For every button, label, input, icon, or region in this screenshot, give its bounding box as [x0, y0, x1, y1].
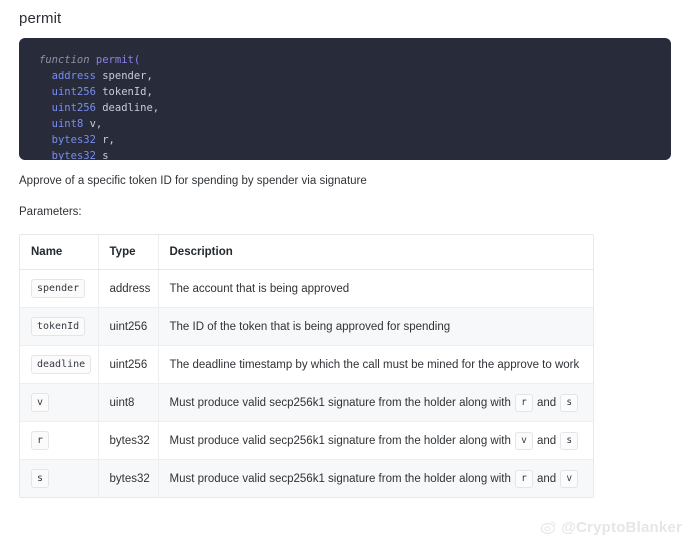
parameters-label: Parameters:	[15, 189, 675, 220]
code-token-type: uint256	[52, 102, 103, 114]
code-token-variable: r,	[102, 134, 115, 146]
table-row: v uint8 Must produce valid secp256k1 signa…	[20, 384, 593, 422]
code-token-variable: spender,	[102, 70, 153, 82]
code-line: bytes32 r,	[39, 132, 651, 148]
description-text: and	[534, 397, 560, 409]
table-row: deadline uint256 The deadline timestamp by…	[20, 346, 593, 384]
parameter-name-chip: v	[31, 393, 49, 412]
description-text: Must produce valid secp256k1 signature f…	[170, 473, 515, 485]
parameter-name-cell: s	[20, 460, 98, 498]
watermark: @CryptoBlanker	[540, 519, 682, 536]
code-token-variable: tokenId,	[102, 86, 153, 98]
table-row: s bytes32 Must produce valid secp256k1 sig…	[20, 460, 593, 498]
parameters-table-wrapper: Name Type Description spender address The …	[19, 234, 594, 498]
parameter-name-cell: spender	[20, 270, 98, 308]
inline-code-chip: v	[560, 470, 578, 488]
code-line: uint8 v,	[39, 116, 651, 132]
documentation-page: permit function permit( address spender,…	[0, 0, 690, 538]
inline-code-chip: r	[515, 470, 533, 488]
description-text: The account that is being approved	[170, 283, 350, 295]
code-token-variable: s	[102, 150, 108, 160]
description-text: The deadline timestamp by which the call…	[170, 359, 580, 371]
table-row: spender address The account that is being …	[20, 270, 593, 308]
parameter-description-cell: Must produce valid secp256k1 signature f…	[158, 384, 593, 422]
parameter-type-cell: bytes32	[98, 460, 158, 498]
parameter-name-chip: tokenId	[31, 317, 85, 336]
description-text: Must produce valid secp256k1 signature f…	[170, 435, 515, 447]
column-header-name: Name	[20, 235, 98, 270]
parameter-type-cell: uint256	[98, 308, 158, 346]
parameter-name-chip: deadline	[31, 355, 91, 374]
code-token-type: uint256	[52, 86, 103, 98]
weibo-logo-icon	[540, 519, 557, 536]
parameter-description-cell: Must produce valid secp256k1 signature f…	[158, 460, 593, 498]
parameters-table: Name Type Description spender address The …	[20, 235, 593, 497]
code-token-function: permit	[96, 54, 134, 66]
parameter-type-cell: uint256	[98, 346, 158, 384]
code-line: uint256 tokenId,	[39, 84, 651, 100]
description-text: and	[534, 473, 560, 485]
description-text: and	[534, 435, 560, 447]
description-text: Must produce valid secp256k1 signature f…	[170, 397, 515, 409]
code-line: uint256 deadline,	[39, 100, 651, 116]
table-body: spender address The account that is being …	[20, 270, 593, 498]
code-token-type: bytes32	[52, 150, 103, 160]
parameter-name-chip: s	[31, 469, 49, 488]
code-line: address spender,	[39, 68, 651, 84]
code-line: function permit(	[39, 52, 651, 68]
watermark-text: @CryptoBlanker	[561, 519, 682, 536]
parameter-description-cell: The account that is being approved	[158, 270, 593, 308]
code-token-type: bytes32	[52, 134, 103, 146]
page-title: permit	[15, 0, 675, 29]
inline-code-chip: s	[560, 394, 578, 412]
inline-code-chip: s	[560, 432, 578, 450]
function-description: Approve of a specific token ID for spend…	[15, 160, 675, 189]
code-token-variable: v,	[90, 118, 103, 130]
table-header-row: Name Type Description	[20, 235, 593, 270]
parameter-name-chip: spender	[31, 279, 85, 298]
description-text: The ID of the token that is being approv…	[170, 321, 451, 333]
table-row: tokenId uint256 The ID of the token that i…	[20, 308, 593, 346]
code-token-type: address	[52, 70, 103, 82]
code-token-keyword: function	[39, 54, 96, 66]
code-line: bytes32 s	[39, 148, 651, 160]
parameter-description-cell: Must produce valid secp256k1 signature f…	[158, 422, 593, 460]
code-token-punctuation: (	[134, 54, 140, 66]
parameter-name-cell: deadline	[20, 346, 98, 384]
parameter-description-cell: The deadline timestamp by which the call…	[158, 346, 593, 384]
parameter-name-cell: v	[20, 384, 98, 422]
column-header-description: Description	[158, 235, 593, 270]
parameter-name-cell: tokenId	[20, 308, 98, 346]
parameter-name-chip: r	[31, 431, 49, 450]
table-row: r bytes32 Must produce valid secp256k1 sig…	[20, 422, 593, 460]
table-header: Name Type Description	[20, 235, 593, 270]
inline-code-chip: r	[515, 394, 533, 412]
code-block: function permit( address spender, uint25…	[19, 38, 671, 160]
column-header-type: Type	[98, 235, 158, 270]
code-token-type: uint8	[52, 118, 90, 130]
inline-code-chip: v	[515, 432, 533, 450]
parameter-type-cell: uint8	[98, 384, 158, 422]
code-token-variable: deadline,	[102, 102, 159, 114]
parameter-name-cell: r	[20, 422, 98, 460]
parameter-type-cell: address	[98, 270, 158, 308]
code-block-content: function permit( address spender, uint25…	[19, 52, 671, 160]
parameter-type-cell: bytes32	[98, 422, 158, 460]
parameter-description-cell: The ID of the token that is being approv…	[158, 308, 593, 346]
